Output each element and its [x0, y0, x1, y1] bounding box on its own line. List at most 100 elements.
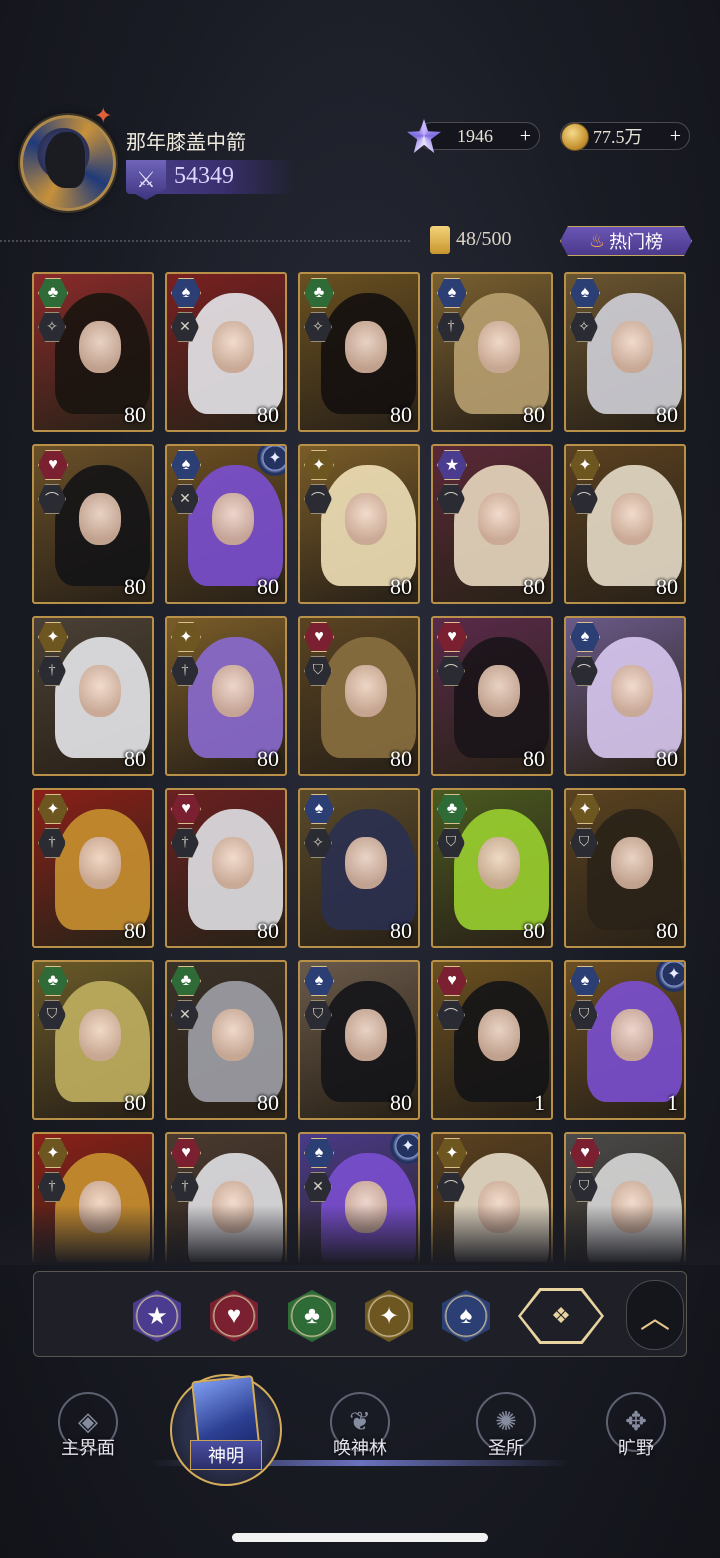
- god-card[interactable]: ♠ ✕ ✦ 80: [165, 444, 287, 604]
- portrait-face: [610, 1008, 653, 1061]
- heart-icon: ♥: [226, 1302, 242, 1329]
- gem-count: 1946: [457, 125, 493, 146]
- god-card[interactable]: ♥ ⛉ 80: [298, 616, 420, 776]
- nav-main-label: 主界面: [61, 1438, 115, 1459]
- player-avatar[interactable]: [20, 115, 116, 211]
- card-level: 80: [124, 746, 146, 771]
- portrait-face: [78, 1008, 121, 1061]
- portrait-face: [610, 664, 653, 717]
- collapse-up-button[interactable]: ︿: [626, 1280, 684, 1350]
- card-level: 1: [667, 1090, 678, 1115]
- god-card[interactable]: ♠ ⌒ 80: [564, 616, 686, 776]
- coin-icon: [561, 123, 589, 151]
- god-card[interactable]: ♥ ⌒ 1: [431, 960, 553, 1120]
- god-card[interactable]: ♠ ✧ 80: [298, 788, 420, 948]
- crossed-swords-icon: ⚔: [126, 160, 166, 200]
- god-card[interactable]: ✦ † 80: [32, 788, 154, 948]
- nav-sanctuary-label: 圣所: [488, 1438, 524, 1459]
- portrait-face: [344, 664, 387, 717]
- nav-summon-forest-label: 唤神林: [333, 1438, 387, 1459]
- god-card[interactable]: ♠ † 80: [431, 272, 553, 432]
- god-card[interactable]: ✦ † 80: [165, 616, 287, 776]
- gem-icon: [407, 119, 441, 153]
- portrait-face: [211, 320, 254, 373]
- hot-ranking-button[interactable]: ♨ 热门榜: [560, 226, 692, 256]
- grid-fade: [0, 1205, 720, 1265]
- coin-count: 77.5万: [593, 127, 643, 147]
- coin-currency[interactable]: 77.5万 +: [560, 122, 690, 151]
- portrait-face: [78, 320, 121, 373]
- god-card[interactable]: ♠ ⛉ ✦ 1: [564, 960, 686, 1120]
- card-level: 80: [390, 746, 412, 771]
- nav-wilds[interactable]: ✥ 旷野: [576, 1392, 696, 1462]
- god-card[interactable]: ♣ ⛉ 80: [431, 788, 553, 948]
- flame-icon: ♨: [588, 230, 606, 252]
- star-icon: ★: [146, 1303, 168, 1330]
- card-level: 80: [124, 918, 146, 943]
- god-card[interactable]: ✦ ⌒ 80: [298, 444, 420, 604]
- god-card-grid: ♣ ✧ 80 ♠ ✕ 80 ♣ ✧ 80 ♠ † 80 ♠ ✧ 80 ♥ ⌒ 8…: [32, 272, 688, 1262]
- card-level: 80: [390, 1090, 412, 1115]
- nav-summon-forest[interactable]: ❦ 唤神林: [300, 1392, 420, 1462]
- god-card[interactable]: ♠ ✕ 80: [165, 272, 287, 432]
- god-card[interactable]: ♠ ⛉ 80: [298, 960, 420, 1120]
- card-level: 80: [656, 402, 678, 427]
- card-capacity-icon: [430, 226, 450, 254]
- card-level: 80: [124, 1090, 146, 1115]
- notification-spark-icon: ✦: [94, 103, 113, 128]
- diamond-icon: ✦: [378, 1303, 400, 1330]
- portrait-face: [477, 320, 520, 373]
- god-card[interactable]: ✦ ⌒ 80: [564, 444, 686, 604]
- club-icon: ♣: [304, 1302, 320, 1329]
- god-card[interactable]: ♥ ⌒ 80: [431, 616, 553, 776]
- card-level: 80: [523, 402, 545, 427]
- nav-main[interactable]: ◈ 主界面: [28, 1392, 148, 1462]
- card-level: 80: [390, 918, 412, 943]
- nav-sanctuary[interactable]: ✺ 圣所: [446, 1392, 566, 1462]
- god-card[interactable]: ♣ ✧ 80: [32, 272, 154, 432]
- portrait-face: [477, 1008, 520, 1061]
- portrait-face: [477, 664, 520, 717]
- hot-ranking-label: 热门榜: [609, 232, 664, 253]
- card-level: 80: [656, 574, 678, 599]
- card-level: 80: [124, 574, 146, 599]
- god-card[interactable]: ♣ ✕ 80: [165, 960, 287, 1120]
- portrait-face: [211, 1008, 254, 1061]
- add-gems-button[interactable]: +: [520, 125, 531, 148]
- card-level: 80: [257, 918, 279, 943]
- home-indicator[interactable]: [232, 1533, 488, 1542]
- gem-currency[interactable]: 1946 +: [407, 119, 540, 153]
- portrait-face: [211, 836, 254, 889]
- card-capacity: 48/500: [456, 228, 512, 250]
- god-card[interactable]: ★ ⌒ 80: [431, 444, 553, 604]
- card-level: 80: [124, 402, 146, 427]
- card-level: 80: [523, 918, 545, 943]
- portrait-face: [344, 320, 387, 373]
- god-card[interactable]: ♠ ✧ 80: [564, 272, 686, 432]
- card-level: 1: [534, 1090, 545, 1115]
- nav-gods-label[interactable]: 神明: [190, 1440, 262, 1470]
- nav-wilds-label: 旷野: [618, 1438, 654, 1459]
- god-card[interactable]: ♣ ⛉ 80: [32, 960, 154, 1120]
- god-card[interactable]: ♥ ⌒ 80: [32, 444, 154, 604]
- chevron-up-icon: ︿: [640, 1302, 670, 1335]
- god-card[interactable]: ✦ † 80: [32, 616, 154, 776]
- portrait-face: [610, 836, 653, 889]
- card-level: 80: [523, 746, 545, 771]
- god-card[interactable]: ♥ † 80: [165, 788, 287, 948]
- portrait-face: [78, 664, 121, 717]
- portrait-face: [78, 492, 121, 545]
- card-level: 80: [390, 402, 412, 427]
- add-coins-button[interactable]: +: [670, 125, 681, 148]
- portrait-face: [610, 320, 653, 373]
- card-level: 80: [257, 1090, 279, 1115]
- portrait-face: [211, 492, 254, 545]
- power-value: 54349: [174, 163, 234, 189]
- card-level: 80: [656, 918, 678, 943]
- god-card[interactable]: ♣ ✧ 80: [298, 272, 420, 432]
- god-card[interactable]: ✦ ⛉ 80: [564, 788, 686, 948]
- all-factions-icon: ❖: [551, 1303, 571, 1328]
- card-level: 80: [257, 402, 279, 427]
- portrait-face: [477, 492, 520, 545]
- raven-icon: [45, 132, 85, 188]
